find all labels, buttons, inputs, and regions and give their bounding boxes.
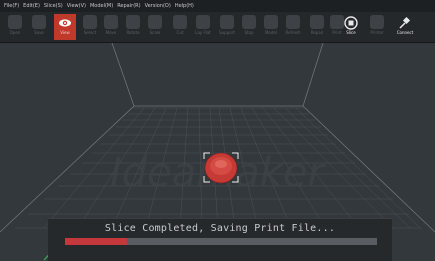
tool-open[interactable]: Open: [4, 14, 26, 40]
tool-scale[interactable]: Scale: [144, 14, 166, 40]
scale-icon: [148, 15, 162, 29]
menu-repair[interactable]: Repair(R): [117, 3, 140, 9]
tool-view-label: View: [60, 30, 70, 35]
menu-bar: File(F) Edit(E) Slice(S) View(V) Model(M…: [0, 0, 435, 12]
lay-icon: [196, 15, 210, 29]
model-icon: [264, 15, 278, 29]
rotate-icon: [126, 15, 140, 29]
tool-view[interactable]: View: [54, 14, 76, 40]
tool-model[interactable]: Model: [260, 14, 282, 40]
tool-save-label: Save: [34, 30, 44, 35]
tool-rotate[interactable]: Rotate: [122, 14, 144, 40]
menu-model[interactable]: Model(M): [90, 3, 113, 9]
tool-connect-label: Connect: [396, 30, 414, 35]
folder-icon: [8, 15, 22, 29]
cut-icon: [173, 15, 187, 29]
slice-status-panel: Slice Completed, Saving Print File...: [48, 218, 392, 261]
tool-lay-label: Lay Flat: [195, 30, 211, 35]
tool-lay[interactable]: Lay Flat: [192, 14, 214, 40]
tool-support-label: Support: [219, 30, 235, 35]
progress-bar: [65, 238, 377, 245]
tool-rotate-label: Rotate: [126, 30, 140, 35]
build-volume-edges: [0, 43, 435, 233]
tool-select-label: Select: [83, 30, 97, 35]
tool-stop-label: Stop: [244, 30, 254, 35]
tool-printer-label: Printer: [370, 30, 384, 35]
menu-version[interactable]: Version(O): [145, 3, 171, 9]
printer-icon: [370, 15, 384, 29]
tool-slice-label: Slice: [346, 30, 356, 35]
tool-printer[interactable]: Printer: [366, 14, 388, 40]
tool-scale-label: Scale: [149, 30, 161, 35]
tool-support[interactable]: Support: [216, 14, 238, 40]
model-disc[interactable]: [204, 152, 238, 184]
menu-view[interactable]: View(V): [67, 3, 86, 9]
support-icon: [220, 15, 234, 29]
tool-cut-label: Cut: [176, 30, 184, 35]
tool-save[interactable]: Save: [28, 14, 50, 40]
refresh-icon: [286, 15, 300, 29]
save-icon: [32, 15, 46, 29]
tool-connect[interactable]: Connect: [394, 14, 416, 40]
menu-help[interactable]: Help(H): [175, 3, 194, 9]
toolbar: Open Save View Select Move Rotate Scale …: [0, 12, 435, 43]
eye-icon: [58, 15, 72, 29]
slice-icon: [344, 15, 358, 30]
connect-icon: [398, 15, 412, 29]
menu-slice[interactable]: Slice(S): [44, 3, 63, 9]
tool-slice[interactable]: Slice: [340, 14, 362, 40]
tool-refresh[interactable]: Refresh: [282, 14, 304, 40]
tool-model-label: Model: [264, 30, 277, 35]
tool-open-label: Open: [9, 30, 21, 35]
hand-icon: [83, 15, 97, 29]
tool-move[interactable]: Move: [100, 14, 122, 40]
tool-move-label: Move: [105, 30, 117, 35]
status-message: Slice Completed, Saving Print File...: [104, 223, 336, 234]
stop-icon: [242, 15, 256, 29]
tool-repair-label: Repair: [310, 30, 324, 35]
tool-repair[interactable]: Repair: [306, 14, 328, 40]
tool-select[interactable]: Select: [79, 14, 101, 40]
tool-stop[interactable]: Stop: [238, 14, 260, 40]
menu-file[interactable]: File(F): [4, 3, 19, 9]
tool-refresh-label: Refresh: [285, 30, 301, 35]
menu-edit[interactable]: Edit(E): [23, 3, 40, 9]
progress-fill: [65, 238, 128, 245]
tool-cut[interactable]: Cut: [169, 14, 191, 40]
move-icon: [104, 15, 118, 29]
wrench-icon: [310, 15, 324, 29]
